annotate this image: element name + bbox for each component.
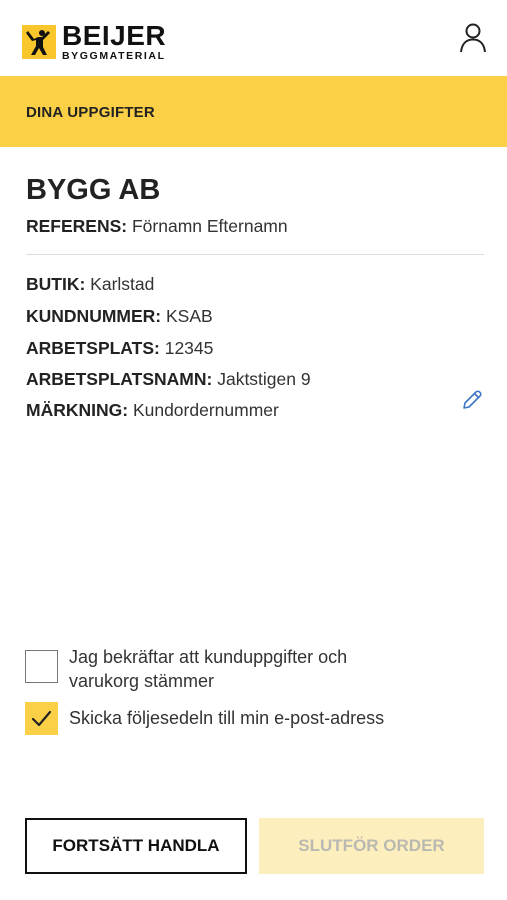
confirm-checkbox-row[interactable]: Jag bekräftar att kunduppgifter och varu…: [25, 647, 409, 693]
banner-title: DINA UPPGIFTER: [26, 104, 155, 121]
company-name: BYGG AB: [26, 174, 161, 206]
info-value: KSAB: [161, 306, 213, 326]
info-row-arbetsplatsnamn: ARBETSPLATSNAMN: Jaktstigen 9: [26, 369, 311, 390]
email-checkbox-label[interactable]: Skicka följesedeln till min e-post-adres…: [69, 706, 384, 730]
pencil-icon[interactable]: [460, 388, 484, 412]
logo-text: BEIJER BYGGMATERIAL: [62, 22, 166, 62]
reference-label: REFERENS:: [26, 216, 128, 236]
reference-value: Förnamn Efternamn: [127, 216, 288, 236]
info-row-markning: MÄRKNING: Kundordernummer: [26, 400, 279, 421]
info-row-arbetsplats: ARBETSPLATS: 12345: [26, 338, 213, 359]
continue-shopping-button[interactable]: FORTSÄTT HANDLA: [25, 818, 247, 874]
checkmark-icon: [31, 710, 51, 726]
logo-mark-icon: [22, 24, 56, 59]
info-value: 12345: [159, 338, 214, 358]
divider: [26, 254, 484, 255]
finish-order-button[interactable]: SLUTFÖR ORDER: [259, 818, 484, 874]
email-checkbox-row[interactable]: Skicka följesedeln till min e-post-adres…: [25, 702, 384, 735]
confirm-checkbox-label[interactable]: Jag bekräftar att kunduppgifter och varu…: [69, 645, 409, 693]
info-value: Kundordernummer: [128, 400, 279, 420]
logo-name: BEIJER: [62, 20, 167, 51]
beijer-logo[interactable]: BEIJER BYGGMATERIAL: [22, 22, 166, 62]
logo-subtitle: BYGGMATERIAL: [62, 50, 166, 62]
reference-line: REFERENS: Förnamn Efternamn: [26, 216, 288, 237]
info-row-kundnummer: KUNDNUMMER: KSAB: [26, 306, 213, 327]
info-value: Jaktstigen 9: [212, 369, 311, 389]
section-banner: DINA UPPGIFTER: [0, 76, 507, 147]
info-label: MÄRKNING:: [26, 400, 129, 420]
email-checkbox[interactable]: [25, 702, 58, 735]
info-label: ARBETSPLATSNAMN:: [26, 369, 213, 389]
info-label: ARBETSPLATS:: [26, 338, 160, 358]
info-label: KUNDNUMMER:: [26, 306, 162, 326]
confirm-checkbox[interactable]: [25, 650, 58, 683]
app-header: BEIJER BYGGMATERIAL: [0, 0, 507, 76]
user-icon[interactable]: [458, 22, 488, 54]
info-label: BUTIK:: [26, 274, 86, 294]
info-value: Karlstad: [85, 274, 155, 294]
info-row-butik: BUTIK: Karlstad: [26, 274, 154, 295]
